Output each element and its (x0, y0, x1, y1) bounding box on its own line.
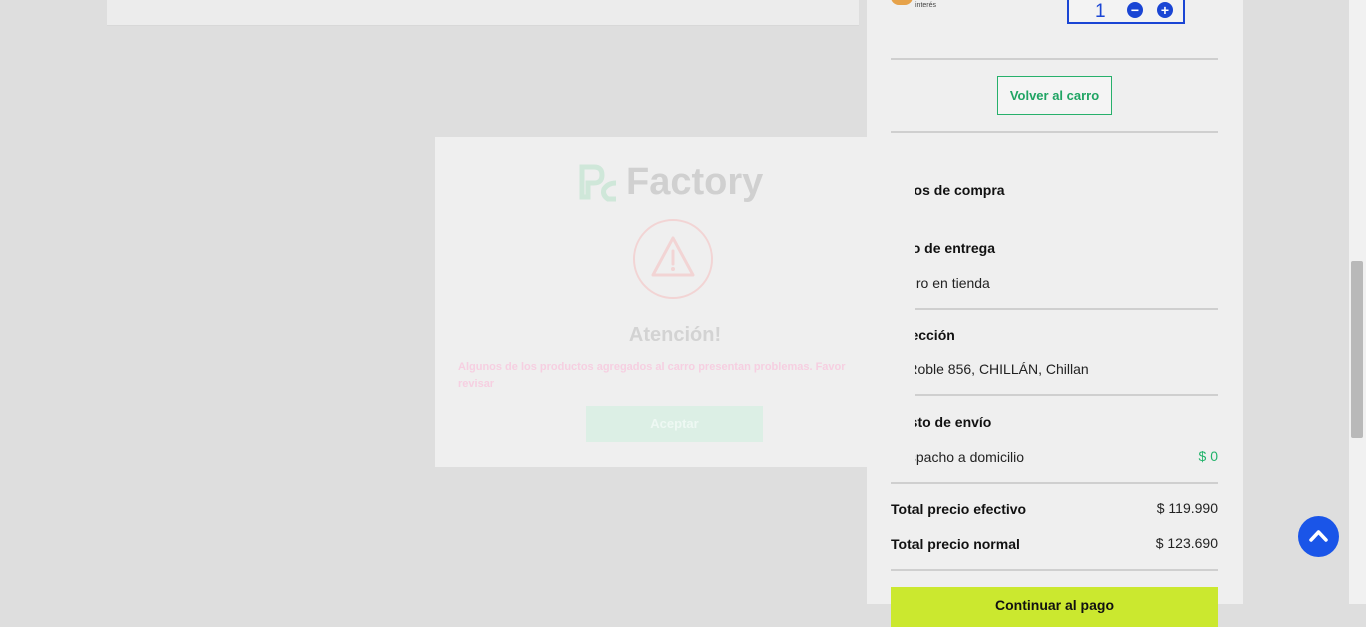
decrease-quantity-button[interactable]: − (1127, 2, 1143, 18)
product-card-bottom (107, 0, 859, 26)
page-scrollbar[interactable] (1349, 0, 1366, 604)
brand-name: Factory (626, 161, 764, 203)
modal-title: Atención! (628, 324, 722, 346)
chevron-up-icon (1309, 530, 1328, 542)
installments-logo-caption: sin interés (915, 0, 937, 9)
divider (891, 569, 1218, 571)
divider (891, 58, 1218, 60)
continue-to-payment-button[interactable]: Continuar al pago (891, 587, 1218, 627)
total-cash-label: Total precio efectivo (891, 501, 1027, 517)
divider (891, 394, 1218, 396)
quantity-stepper[interactable]: 1 − + (1067, 0, 1185, 24)
divider (891, 308, 1218, 310)
order-summary-panel: sin interés 1 − + Volver al carro Datos … (867, 0, 1243, 627)
modal-message: Algunos de los productos agregados al ca… (458, 361, 846, 390)
attention-modal: Factory Atención! Algunos de los product… (435, 137, 915, 467)
shipping-cost-value: $ 0 (1198, 448, 1218, 464)
back-to-cart-button[interactable]: Volver al carro (997, 76, 1112, 115)
warning-icon (633, 219, 713, 299)
warning-triangle-icon (651, 236, 695, 277)
quantity-value: 1 (1095, 1, 1106, 22)
increase-quantity-button[interactable]: + (1157, 2, 1173, 18)
total-cash-value: $ 119.990 (1156, 500, 1218, 516)
total-normal-value: $ 123.690 (1155, 535, 1218, 551)
factory-logo-mark (579, 164, 617, 202)
installments-logo: sin interés (891, 0, 943, 9)
accept-button[interactable]: Aceptar (586, 406, 763, 442)
factory-logo: Factory (578, 161, 778, 205)
divider (891, 482, 1218, 484)
scroll-to-top-button[interactable] (1298, 516, 1339, 557)
installments-logo-mark (891, 0, 913, 5)
total-normal-label: Total precio normal (891, 536, 1020, 552)
scrollbar-thumb[interactable] (1351, 261, 1363, 438)
address-value: El Roble 856, CHILLÁN, Chillan (891, 361, 1089, 377)
divider (891, 131, 1218, 133)
